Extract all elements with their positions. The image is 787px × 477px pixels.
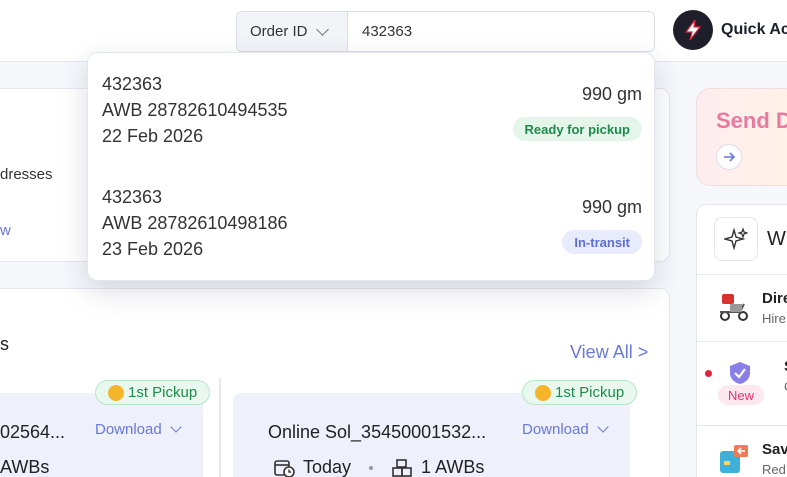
chevron-down-icon bbox=[170, 421, 182, 433]
list-item-subtitle: Hire bbox=[762, 311, 786, 326]
shipment-title: 02564... bbox=[0, 422, 66, 442]
view-link[interactable]: w bbox=[0, 222, 11, 239]
result-awb: AWB 28782610494535 bbox=[102, 100, 288, 120]
wallet-icon bbox=[718, 443, 750, 475]
download-button[interactable]: Download bbox=[522, 421, 609, 438]
search-type-select[interactable]: Order ID bbox=[237, 12, 348, 51]
list-item-title[interactable]: Sav bbox=[762, 441, 787, 458]
chevron-down-icon bbox=[597, 421, 609, 433]
sparkle-icon bbox=[714, 217, 758, 261]
first-pickup-badge: 1st Pickup bbox=[522, 380, 638, 405]
status-badge: Ready for pickup bbox=[512, 117, 642, 141]
chevron-down-icon bbox=[315, 22, 329, 36]
panel-title: Wh bbox=[767, 228, 787, 250]
status-badge: In-transit bbox=[562, 230, 642, 254]
boxes-icon bbox=[392, 458, 412, 477]
search-result-item[interactable]: 432363 AWB 28782610498186 23 Feb 2026 99… bbox=[88, 184, 656, 294]
divider bbox=[697, 425, 787, 426]
search-result-item[interactable]: 432363 AWB 28782610494535 22 Feb 2026 99… bbox=[88, 71, 656, 181]
first-pickup-badge: 1st Pickup bbox=[95, 380, 211, 405]
arrow-right-icon[interactable] bbox=[716, 144, 742, 170]
result-weight: 990 gm bbox=[581, 84, 642, 104]
send-title: Send D bbox=[716, 108, 787, 133]
emoji-icon bbox=[108, 384, 124, 401]
send-promo-card[interactable] bbox=[696, 88, 787, 186]
result-date: 23 Feb 2026 bbox=[102, 239, 204, 259]
separator-dot bbox=[369, 465, 374, 470]
divider bbox=[697, 274, 787, 275]
result-date: 22 Feb 2026 bbox=[102, 126, 204, 146]
download-button[interactable]: Download bbox=[95, 421, 182, 438]
shipment-meta: Today 1 AWBs bbox=[273, 457, 484, 477]
section-title: s bbox=[0, 334, 9, 354]
lightning-icon bbox=[673, 10, 713, 50]
search-results-dropdown: 432363 AWB 28782610494535 22 Feb 2026 99… bbox=[87, 52, 655, 281]
new-badge: New bbox=[718, 385, 764, 405]
shipment-meta: AWBs bbox=[0, 457, 50, 477]
shield-check-icon bbox=[727, 360, 753, 386]
list-item-title[interactable]: Dire bbox=[762, 290, 787, 307]
divider bbox=[219, 378, 221, 477]
result-weight: 990 gm bbox=[581, 197, 642, 217]
search-type-label: Order ID bbox=[250, 23, 308, 40]
search-input[interactable] bbox=[348, 12, 654, 51]
addresses-text: dresses bbox=[0, 166, 53, 183]
unread-dot bbox=[705, 370, 712, 377]
list-item-subtitle: Red bbox=[762, 462, 786, 477]
shipment-title: Online Sol_35450001532... bbox=[268, 422, 487, 442]
view-all-link[interactable]: View All > bbox=[570, 342, 648, 363]
calendar-clock-icon bbox=[274, 459, 295, 477]
quick-actions-button[interactable]: Quick Act bbox=[673, 8, 787, 52]
order-search: Order ID bbox=[236, 11, 655, 52]
result-order-id: 432363 bbox=[102, 74, 163, 94]
divider bbox=[697, 341, 787, 342]
result-order-id: 432363 bbox=[102, 187, 163, 207]
quick-actions-label: Quick Act bbox=[721, 21, 787, 38]
emoji-icon bbox=[535, 384, 551, 401]
result-awb: AWB 28782610498186 bbox=[102, 213, 288, 233]
scooter-icon bbox=[716, 292, 750, 322]
